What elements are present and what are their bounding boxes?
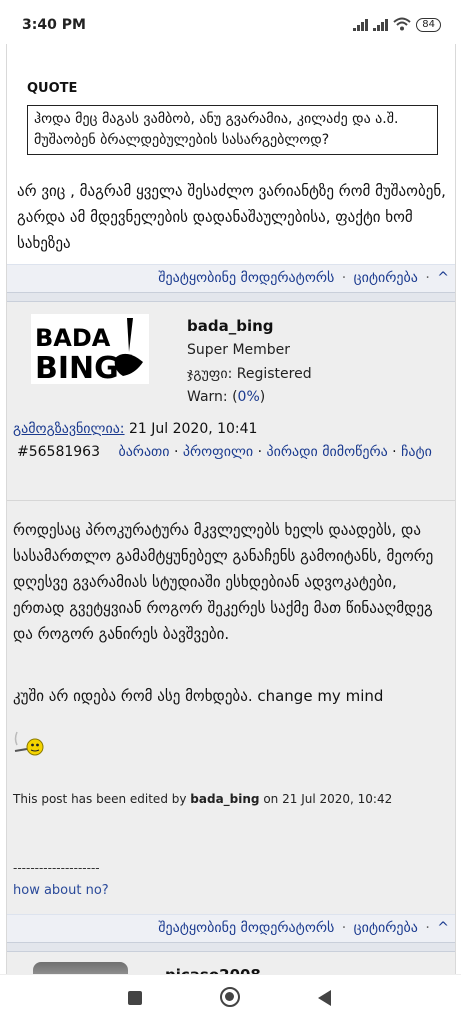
action-separator: · (425, 270, 430, 286)
post-actions: შეატყობინე მოდერატორს · ციტირება · ^ (7, 264, 455, 292)
user-header: BADA BING bada_bing Super Member ჯგუფი: … (7, 302, 455, 410)
post-text: არ ვიც , მაგრამ ყველა შესაძლო ვარიანტზე … (17, 182, 446, 252)
meta-separator: · (173, 444, 179, 460)
wifi-icon (393, 16, 411, 35)
meta-separator: · (257, 444, 263, 460)
action-separator: · (341, 920, 347, 936)
action-separator: · (341, 270, 347, 286)
card-link[interactable]: ბარათი (118, 444, 169, 460)
android-nav-bar (0, 974, 461, 1024)
post-body: როდესაც პროკურატურა მკვლელებს ხელს დაადე… (7, 500, 455, 914)
battery-icon: 84 (416, 18, 441, 32)
edited-prefix: This post has been edited by (13, 792, 187, 806)
edited-note: This post has been edited by bada_bing o… (13, 792, 392, 806)
signature-text: how about no? (13, 883, 109, 898)
posted-date: 21 Jul 2020, 10:41 (128, 421, 258, 437)
avatar[interactable] (33, 962, 128, 974)
recents-button[interactable] (128, 991, 142, 1005)
edited-suffix: on 21 Jul 2020, 10:42 (263, 792, 393, 806)
avatar[interactable]: BADA BING (31, 314, 149, 384)
status-icons: 84 (353, 17, 441, 33)
chat-link[interactable]: ჩატი (401, 444, 432, 460)
scroll-top-link[interactable]: ^ (437, 270, 449, 286)
user-title: Super Member (187, 342, 291, 358)
report-moderator-link[interactable]: შეატყობინე მოდერატორს (158, 920, 334, 936)
posted-label[interactable]: გამოგზავნილია: (13, 421, 125, 437)
warn-value[interactable]: 0% (238, 389, 260, 405)
post-actions: შეატყობინე მოდერატორს · ციტირება · ^ (7, 914, 455, 942)
status-time: 3:40 PM (22, 17, 86, 33)
status-bar: 3:40 PM 84 (0, 0, 461, 44)
warn-prefix: Warn: ( (187, 389, 238, 405)
quote-link[interactable]: ციტირება (354, 270, 418, 286)
user-group: ჯგუფი: Registered (187, 366, 312, 382)
meta-separator: · (392, 444, 397, 460)
post-meta: გამოგზავნილია: 21 Jul 2020, 10:41 #56581… (7, 410, 455, 500)
username[interactable]: picaso2008 (165, 966, 261, 974)
avatar-text-2: BING (35, 351, 119, 384)
report-moderator-link[interactable]: შეატყობინე მოდერატორს (158, 270, 334, 286)
quote-label: QUOTE (27, 81, 78, 96)
username[interactable]: bada_bing (187, 317, 274, 335)
post-id: #56581963 (17, 444, 100, 460)
action-separator: · (425, 920, 430, 936)
quote-box: ჰოდა მეც მაგას ვამბობ, ანუ გვარამია, კილ… (27, 105, 438, 155)
post-text-2: კუში არ იდება რომ ასე მოხდება. change my… (13, 687, 384, 705)
post-divider (7, 942, 455, 952)
user-header: picaso2008 (7, 952, 455, 974)
avatar-text-1: BADA (35, 324, 111, 352)
signature-divider: -------------------- (13, 861, 100, 875)
edited-user: bada_bing (190, 792, 260, 806)
private-message-link[interactable]: პირადი მიმოწერა (266, 444, 387, 460)
warn-suffix: ) (259, 389, 266, 405)
post-body: QUOTE ჰოდა მეც მაგას ვამბობ, ანუ გვარამი… (7, 44, 455, 264)
signal-icon (353, 19, 369, 31)
signal-2-icon (373, 19, 389, 31)
back-button[interactable] (318, 990, 331, 1006)
user-warn: Warn: (0%) (187, 389, 265, 405)
smoking-smiley-icon (11, 729, 51, 759)
post-divider (7, 292, 455, 302)
forum-thread: QUOTE ჰოდა მეც მაგას ვამბობ, ანუ გვარამი… (6, 44, 456, 974)
quote-link[interactable]: ციტირება (354, 920, 418, 936)
profile-link[interactable]: პროფილი (183, 444, 253, 460)
post-text: როდესაც პროკურატურა მკვლელებს ხელს დაადე… (13, 521, 434, 643)
scroll-top-link[interactable]: ^ (437, 920, 449, 936)
home-button[interactable] (220, 987, 240, 1007)
